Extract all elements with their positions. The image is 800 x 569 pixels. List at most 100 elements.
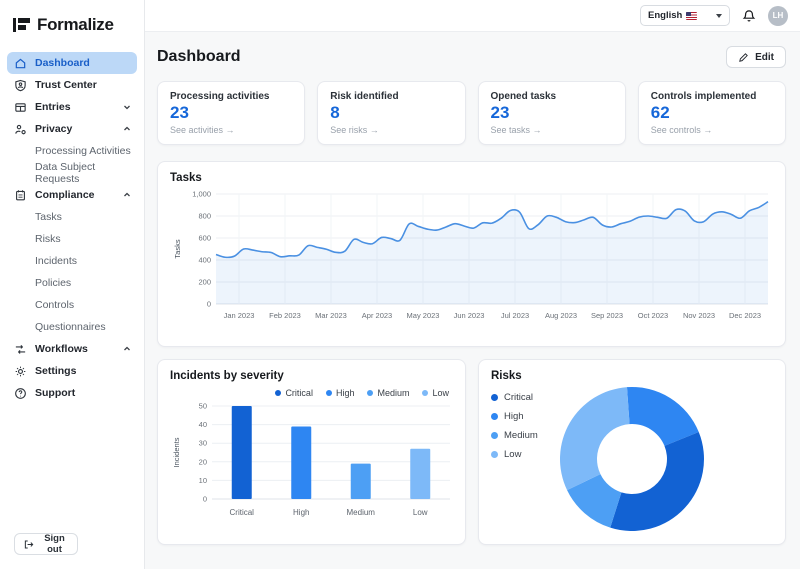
sidebar-subitem-policies[interactable]: Policies	[7, 272, 137, 294]
app-window: Formalize Dashboard Trust Center Entries…	[0, 0, 800, 569]
stat-value: 62	[651, 103, 773, 123]
stat-label: Risk identified	[330, 91, 452, 102]
us-flag-icon	[686, 12, 697, 20]
sidebar-item-dashboard[interactable]: Dashboard	[7, 52, 137, 74]
sidebar-item-trust-center[interactable]: Trust Center	[7, 74, 137, 96]
svg-text:Jul 2023: Jul 2023	[501, 311, 529, 320]
sidebar-subitem-questionnaires[interactable]: Questionnaires	[7, 316, 137, 338]
svg-text:200: 200	[198, 278, 211, 287]
home-icon	[13, 56, 27, 70]
svg-text:0: 0	[203, 495, 207, 504]
svg-text:10: 10	[199, 476, 207, 485]
stat-label: Processing activities	[170, 91, 292, 102]
stat-card-controls-implemented[interactable]: Controls implemented 62 See controls →	[638, 81, 786, 145]
chevron-up-icon	[123, 345, 131, 353]
svg-text:800: 800	[198, 212, 211, 221]
svg-text:Medium: Medium	[347, 508, 376, 517]
svg-text:400: 400	[198, 256, 211, 265]
main-area: English LH Dashboard Edit Processing act…	[145, 0, 800, 569]
sidebar-subitem-controls[interactable]: Controls	[7, 294, 137, 316]
shield-icon	[13, 78, 27, 92]
sidebar-subitem-risks[interactable]: Risks	[7, 228, 137, 250]
sidebar-subitem-incidents[interactable]: Incidents	[7, 250, 137, 272]
see-risks-link[interactable]: See risks →	[330, 125, 452, 135]
gear-icon	[13, 364, 27, 378]
workflow-icon	[13, 342, 27, 356]
svg-text:1,000: 1,000	[192, 190, 211, 199]
sidebar-subitem-processing-activities[interactable]: Processing Activities	[7, 140, 137, 162]
svg-text:Dec 2023: Dec 2023	[729, 311, 761, 320]
clipboard-icon	[13, 188, 27, 202]
sidebar-item-support[interactable]: Support	[7, 382, 137, 404]
user-avatar[interactable]: LH	[768, 6, 788, 26]
stat-label: Controls implemented	[651, 91, 773, 102]
tasks-chart-title: Tasks	[170, 172, 773, 184]
chevron-down-icon	[716, 14, 722, 18]
legend-item: High	[326, 388, 355, 398]
pencil-icon	[738, 52, 749, 63]
svg-text:Apr 2023: Apr 2023	[362, 311, 392, 320]
svg-text:Oct 2023: Oct 2023	[638, 311, 668, 320]
language-select[interactable]: English	[640, 5, 730, 26]
svg-text:20: 20	[199, 457, 207, 466]
svg-text:0: 0	[207, 300, 211, 309]
stat-value: 23	[170, 103, 292, 123]
svg-text:Jan 2023: Jan 2023	[224, 311, 255, 320]
sidebar-subitem-data-subject-requests[interactable]: Data Subject Requests	[7, 162, 137, 184]
svg-text:600: 600	[198, 234, 211, 243]
sidebar-item-privacy[interactable]: Privacy	[7, 118, 137, 140]
incidents-chart-legend: CriticalHighMediumLow	[170, 388, 449, 398]
svg-text:Sep 2023: Sep 2023	[591, 311, 623, 320]
dashboard-content: Dashboard Edit Processing activities 23 …	[145, 32, 800, 569]
sidebar-item-compliance[interactable]: Compliance	[7, 184, 137, 206]
app-name: Formalize	[37, 15, 114, 35]
see-controls-link[interactable]: See controls →	[651, 125, 773, 135]
stat-value: 8	[330, 103, 452, 123]
legend-item: High	[491, 411, 538, 422]
page-title: Dashboard	[157, 48, 241, 66]
svg-text:40: 40	[199, 420, 207, 429]
sidebar-item-entries[interactable]: Entries	[7, 96, 137, 118]
stat-card-risk-identified[interactable]: Risk identified 8 See risks →	[317, 81, 465, 145]
risks-donut-chart	[557, 384, 707, 534]
svg-text:30: 30	[199, 439, 207, 448]
legend-item: Low	[422, 388, 449, 398]
stat-card-opened-tasks[interactable]: Opened tasks 23 See tasks →	[478, 81, 626, 145]
chevron-down-icon	[123, 103, 131, 111]
sidebar-item-settings[interactable]: Settings	[7, 360, 137, 382]
incidents-bar-chart: 01020304050CriticalHighMediumLowIncident…	[170, 400, 455, 528]
table-icon	[13, 100, 27, 114]
svg-text:Incidents: Incidents	[172, 437, 181, 467]
app-logo: Formalize	[0, 0, 144, 48]
chevron-up-icon	[123, 191, 131, 199]
svg-text:Tasks: Tasks	[173, 239, 182, 258]
incidents-chart-card: Incidents by severity CriticalHighMedium…	[157, 359, 466, 545]
user-gear-icon	[13, 122, 27, 136]
topbar: English LH	[145, 0, 800, 32]
stat-card-processing-activities[interactable]: Processing activities 23 See activities …	[157, 81, 305, 145]
legend-item: Medium	[491, 430, 538, 441]
sidebar-nav: Dashboard Trust Center Entries Privacy P…	[0, 52, 144, 404]
svg-text:Critical: Critical	[230, 508, 255, 517]
sign-out-icon	[23, 539, 34, 550]
legend-item: Medium	[367, 388, 409, 398]
risks-chart-title: Risks	[491, 370, 773, 382]
svg-text:Jun 2023: Jun 2023	[454, 311, 485, 320]
edit-button[interactable]: Edit	[726, 46, 786, 68]
legend-item: Low	[491, 449, 538, 460]
notifications-bell-icon[interactable]	[742, 9, 756, 23]
sidebar-subitem-tasks[interactable]: Tasks	[7, 206, 137, 228]
sign-out-button[interactable]: Sign out	[14, 533, 78, 555]
legend-item: Critical	[491, 392, 538, 403]
tasks-chart-card: Tasks 0 200 400 600 800 1,000 Jan 2023 Feb 2023…	[157, 161, 786, 347]
stat-cards-row: Processing activities 23 See activities …	[157, 81, 786, 145]
risks-chart-legend: Critical High Medium Low	[491, 392, 538, 460]
see-tasks-link[interactable]: See tasks →	[491, 125, 613, 135]
svg-text:Low: Low	[413, 508, 428, 517]
see-activities-link[interactable]: See activities →	[170, 125, 292, 135]
chevron-up-icon	[123, 125, 131, 133]
formalize-logo-icon	[13, 17, 31, 33]
svg-text:Feb 2023: Feb 2023	[269, 311, 301, 320]
svg-text:50: 50	[199, 402, 207, 411]
sidebar-item-workflows[interactable]: Workflows	[7, 338, 137, 360]
